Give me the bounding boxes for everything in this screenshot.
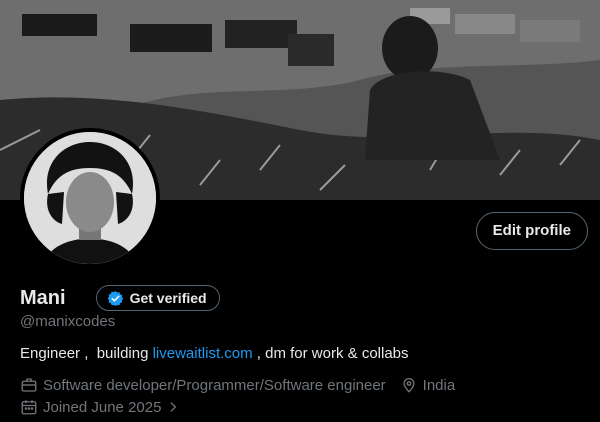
bio-prefix: Engineer , building	[20, 345, 153, 362]
bio-suffix: , dm for work & collabs	[252, 345, 409, 362]
edit-profile-button[interactable]: Edit profile	[475, 212, 588, 250]
chevron-right-icon	[166, 400, 180, 414]
display-name: Mani	[20, 286, 66, 309]
bio-link[interactable]: livewaitlist.com	[153, 345, 253, 362]
user-handle: @manixcodes	[20, 313, 116, 330]
location-label: India	[422, 376, 456, 394]
location-pin-icon	[400, 376, 418, 394]
profile-avatar[interactable]	[20, 128, 160, 268]
profession-label: Software developer/Programmer/Software e…	[43, 376, 386, 394]
joined-label: Joined June 2025	[43, 398, 162, 416]
name-row: Mani Get verified	[20, 285, 220, 311]
verified-badge-icon	[107, 290, 124, 307]
get-verified-label: Get verified	[129, 290, 207, 306]
joined-date-row[interactable]: Joined June 2025	[20, 398, 180, 416]
briefcase-icon	[20, 376, 38, 394]
location: India	[400, 376, 456, 394]
profile-bio: Engineer , building livewaitlist.com , d…	[20, 345, 409, 362]
profile-meta-row: Software developer/Programmer/Software e…	[20, 376, 455, 394]
avatar-image	[24, 132, 156, 264]
get-verified-button[interactable]: Get verified	[95, 285, 220, 311]
calendar-icon	[20, 398, 38, 416]
